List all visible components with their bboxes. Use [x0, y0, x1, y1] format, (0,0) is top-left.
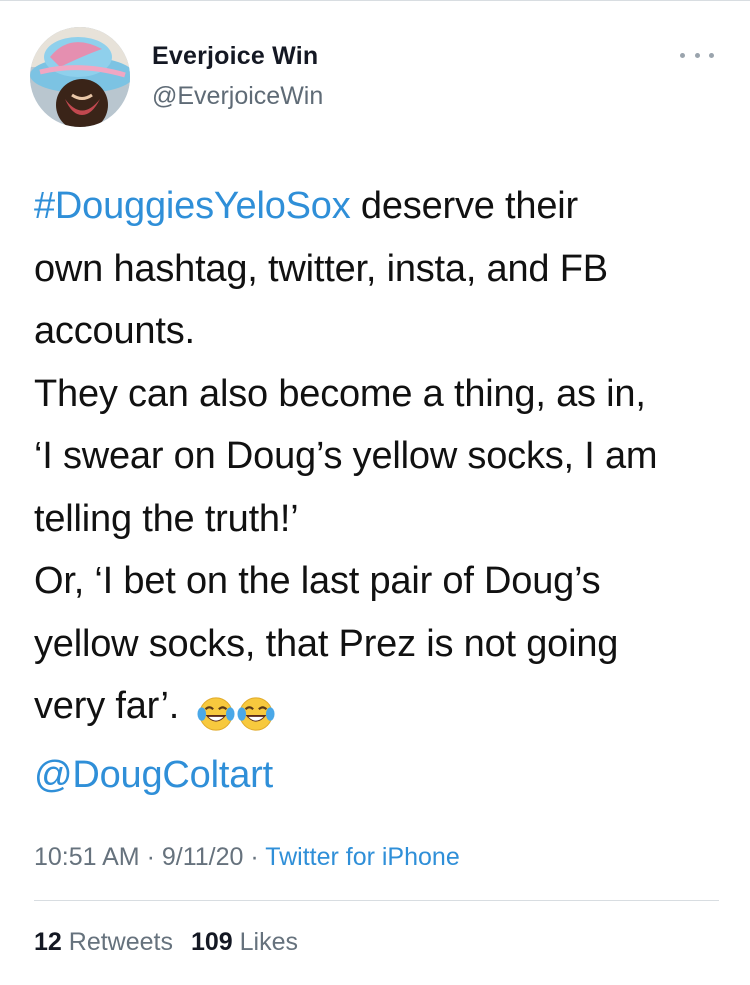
tweet-text-segment: very far’. [34, 685, 180, 727]
tweet-time[interactable]: 10:51 AM [34, 843, 140, 871]
retweets-label: Retweets [68, 928, 173, 956]
engagement-stats: 12 Retweets 109 Likes [34, 928, 298, 957]
tweet-date[interactable]: 9/11/20 [162, 843, 244, 871]
face-with-tears-of-joy-icon [197, 697, 235, 731]
tweet-line: very far’. [34, 675, 724, 744]
tweet-metadata: 10:51 AM · 9/11/20 · Twitter for iPhone [34, 843, 460, 872]
tweet-line: yellow socks, that Prez is not going [34, 622, 619, 665]
retweets-count: 12 [34, 928, 62, 956]
likes-label: Likes [239, 928, 299, 956]
emoji-group [197, 681, 277, 744]
more-dot [694, 52, 700, 58]
hashtag-link[interactable]: #DouggiesYeloSox [34, 185, 351, 227]
avatar[interactable] [30, 27, 130, 127]
stats-divider [34, 900, 719, 901]
tweet-line: They can also become a thing, as in, [34, 372, 646, 415]
retweets-stat[interactable]: 12 Retweets [34, 928, 173, 956]
more-dot [709, 52, 714, 58]
tweet-line: own hashtag, twitter, insta, and FB [34, 247, 608, 290]
more-dot [680, 52, 685, 58]
author-handle[interactable]: @EverjoiceWin [152, 82, 323, 111]
mention-link[interactable]: @DougColtart [34, 744, 724, 807]
author-display-name[interactable]: Everjoice Win [152, 42, 318, 71]
tweet-text: #DouggiesYeloSox deserve their own hasht… [34, 175, 724, 806]
tweet-source-link[interactable]: Twitter for iPhone [265, 843, 460, 871]
tweet-line: accounts. [34, 310, 195, 352]
likes-count: 109 [190, 928, 233, 956]
tweet-text-segment: deserve their [350, 185, 578, 227]
meta-separator: · [139, 843, 162, 871]
tweet-line: Or, ‘I bet on the last pair of Doug’s [34, 560, 601, 602]
avatar-photo [30, 27, 130, 127]
face-with-tears-of-joy-icon [237, 697, 275, 731]
tweet-line: ‘I swear on Doug’s yellow socks, I am [34, 435, 658, 477]
meta-separator: · [243, 843, 266, 871]
tweet-line: telling the truth!’ [34, 497, 299, 540]
tweet-line: #DouggiesYeloSox deserve their [34, 175, 724, 238]
likes-stat[interactable]: 109 Likes [191, 928, 298, 956]
more-options-icon[interactable] [680, 45, 714, 65]
top-divider [0, 0, 750, 1]
